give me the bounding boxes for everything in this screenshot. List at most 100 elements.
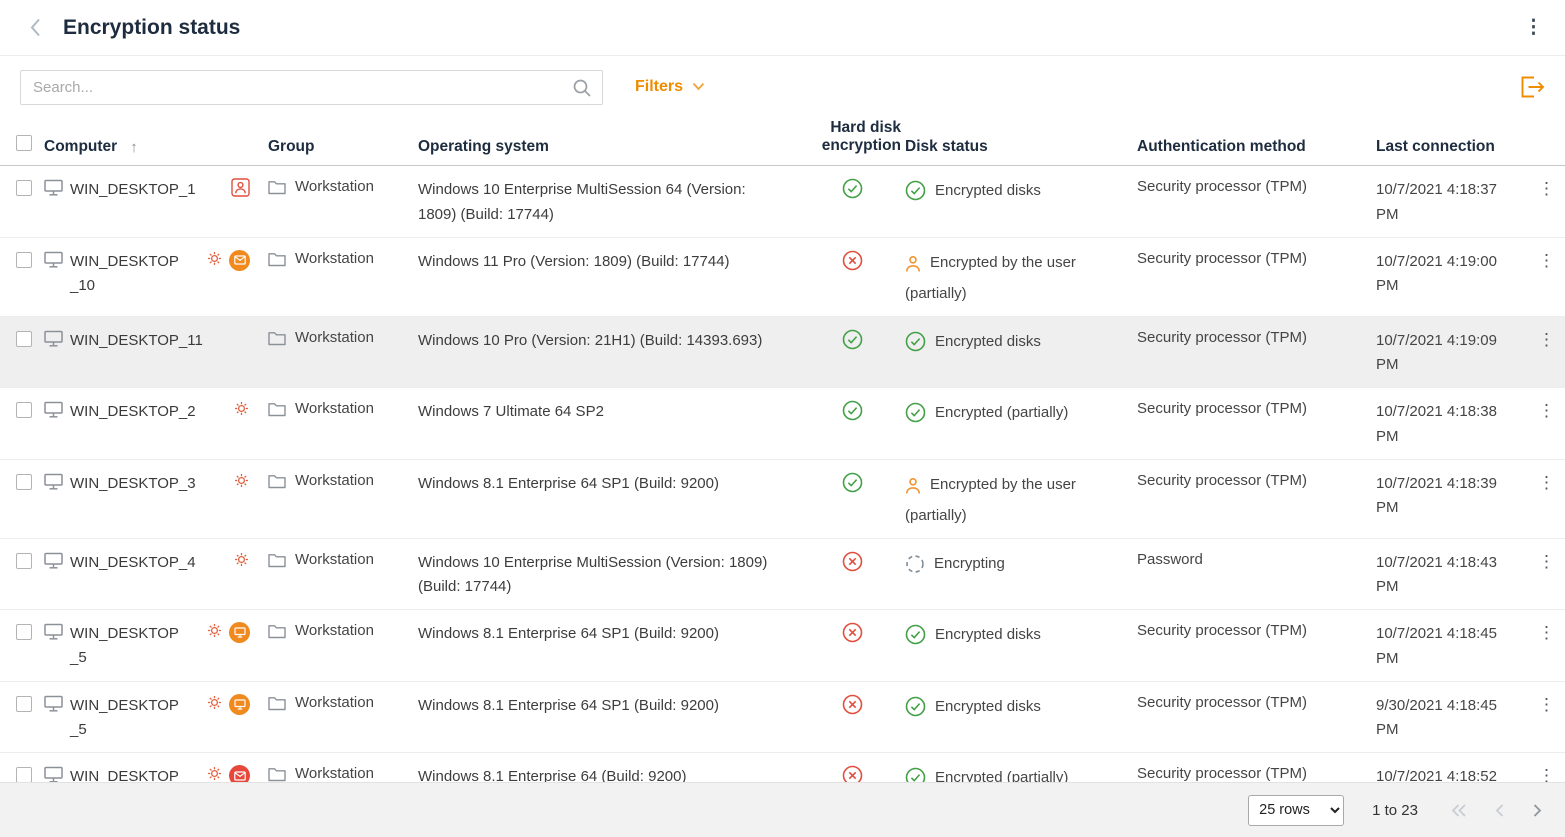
row-menu-button[interactable]: ⋮: [1538, 766, 1555, 782]
row-menu-button[interactable]: ⋮: [1538, 473, 1555, 493]
row-checkbox[interactable]: [16, 553, 32, 569]
row-checkbox[interactable]: [16, 696, 32, 712]
first-page-button[interactable]: [1450, 803, 1467, 818]
computer-name: WIN_DESKTOP_4: [70, 551, 196, 575]
table-row[interactable]: WIN_DESKTOP_2 Workstation Windows 7 Ulti…: [0, 388, 1565, 460]
os-text: Windows 10 Enterprise MultiSession 64 (V…: [418, 181, 746, 223]
computer-icon: [44, 623, 63, 640]
row-menu-button[interactable]: ⋮: [1538, 552, 1555, 572]
auth-method: Security processor (TPM): [1137, 400, 1307, 417]
row-menu-button[interactable]: ⋮: [1538, 401, 1555, 421]
column-header-last-connection[interactable]: Last connection: [1376, 138, 1495, 155]
computer-badges: [233, 400, 250, 417]
toolbar: Filters: [0, 56, 1565, 118]
table-row[interactable]: WIN_DESKTOP_11 Workstation Windows 10 Pr…: [0, 317, 1565, 389]
row-menu-button[interactable]: ⋮: [1538, 179, 1555, 199]
row-checkbox[interactable]: [16, 180, 32, 196]
search-box: [20, 70, 603, 105]
computer-badges: [206, 622, 250, 643]
disk-status-label: Encrypted disks: [935, 182, 1041, 199]
back-button[interactable]: [30, 18, 41, 37]
export-button[interactable]: [1518, 74, 1545, 100]
disk-status-label: Encrypted by the user (partially): [905, 254, 1076, 303]
hard-disk-encryption-status-icon: [842, 472, 863, 493]
column-header-group[interactable]: Group: [268, 138, 315, 155]
computer-name: WIN_DESKTOP_2: [70, 400, 196, 424]
row-checkbox[interactable]: [16, 331, 32, 347]
row-checkbox[interactable]: [16, 624, 32, 640]
computer-badges: [231, 178, 250, 197]
group-name: Workstation: [295, 329, 374, 346]
folder-icon: [268, 553, 286, 568]
filters-label: Filters: [635, 78, 683, 96]
sort-ascending-icon: ↑: [130, 139, 138, 156]
auth-method: Security processor (TPM): [1137, 765, 1307, 782]
table-row[interactable]: WIN_DESKTOP_4 Workstation Windows 10 Ent…: [0, 539, 1565, 611]
computer-icon: [44, 473, 63, 490]
group-name: Workstation: [295, 472, 374, 489]
folder-icon: [268, 696, 286, 711]
last-connection: 10/7/2021 4:19:00 PM: [1376, 253, 1497, 295]
search-icon[interactable]: [571, 77, 593, 99]
column-header-os[interactable]: Operating system: [418, 138, 549, 155]
row-checkbox[interactable]: [16, 402, 32, 418]
page-menu-button[interactable]: ⋮: [1524, 18, 1543, 37]
select-all-checkbox[interactable]: [16, 135, 32, 151]
os-text: Windows 8.1 Enterprise 64 SP1 (Build: 92…: [418, 697, 719, 714]
row-checkbox[interactable]: [16, 767, 32, 782]
auth-method: Security processor (TPM): [1137, 472, 1307, 489]
os-text: Windows 8.1 Enterprise 64 SP1 (Build: 92…: [418, 625, 719, 642]
disk-status-icon: [905, 696, 926, 726]
row-checkbox[interactable]: [16, 474, 32, 490]
row-checkbox[interactable]: [16, 252, 32, 268]
last-connection: 10/7/2021 4:18:39 PM: [1376, 475, 1497, 517]
computer-badges: [206, 250, 250, 271]
group-name: Workstation: [295, 400, 374, 417]
disk-status-icon: [905, 331, 926, 361]
mail-red-icon: [229, 765, 250, 782]
table-row[interactable]: WIN_DESKTOP_3 Workstation Windows 8.1 En…: [0, 460, 1565, 539]
table-row[interactable]: WIN_DESKTOP_1 Workstation Windows 10 Ent…: [0, 166, 1565, 238]
folder-icon: [268, 252, 286, 267]
hard-disk-encryption-status-icon: [842, 622, 863, 643]
auth-method: Security processor (TPM): [1137, 178, 1307, 195]
row-menu-button[interactable]: ⋮: [1538, 623, 1555, 643]
column-header-disk-status[interactable]: Disk status: [905, 138, 988, 155]
table-row[interactable]: WIN_DESKTOP_10 Workstation Windows 11 Pr…: [0, 238, 1565, 317]
disk-status-icon: [905, 624, 926, 654]
group-name: Workstation: [295, 622, 374, 639]
pagination-controls: [1450, 803, 1543, 818]
row-menu-button[interactable]: ⋮: [1538, 251, 1555, 271]
disk-status-icon: [905, 554, 925, 583]
disk-status-label: Encrypted by the user (partially): [905, 476, 1076, 525]
column-header-hde-line1: Hard disk: [800, 119, 901, 138]
disk-status-label: Encrypted (partially): [935, 404, 1068, 421]
column-header-computer[interactable]: Computer: [44, 138, 117, 156]
table-row[interactable]: WIN_DESKTOP_6 Workstation Windows 8.1 En…: [0, 753, 1565, 782]
column-header-auth-method[interactable]: Authentication method: [1137, 138, 1306, 155]
table-row[interactable]: WIN_DESKTOP_5 Workstation Windows 8.1 En…: [0, 682, 1565, 754]
folder-icon: [268, 474, 286, 489]
gear-icon: [206, 622, 223, 639]
os-text: Windows 10 Pro (Version: 21H1) (Build: 1…: [418, 332, 762, 349]
computer-icon: [44, 251, 63, 268]
hard-disk-encryption-status-icon: [842, 551, 863, 572]
row-menu-button[interactable]: ⋮: [1538, 695, 1555, 715]
next-page-button[interactable]: [1532, 803, 1543, 818]
search-input[interactable]: [20, 70, 603, 105]
disk-status-label: Encrypted disks: [935, 698, 1041, 715]
auth-method: Security processor (TPM): [1137, 250, 1307, 267]
folder-icon: [268, 767, 286, 782]
disk-status-icon: [905, 180, 926, 210]
filters-button[interactable]: Filters: [635, 78, 705, 96]
rows-per-page-select[interactable]: 25 rows: [1248, 795, 1344, 826]
column-header-hard-disk-encryption[interactable]: Hard disk encryption: [800, 119, 905, 156]
page-header: Encryption status ⋮: [0, 0, 1565, 56]
group-name: Workstation: [295, 694, 374, 711]
row-menu-button[interactable]: ⋮: [1538, 330, 1555, 350]
hard-disk-encryption-status-icon: [842, 694, 863, 715]
gear-icon: [233, 472, 250, 489]
previous-page-button[interactable]: [1494, 803, 1505, 818]
computer-icon: [44, 552, 63, 569]
table-row[interactable]: WIN_DESKTOP_5 Workstation Windows 8.1 En…: [0, 610, 1565, 682]
